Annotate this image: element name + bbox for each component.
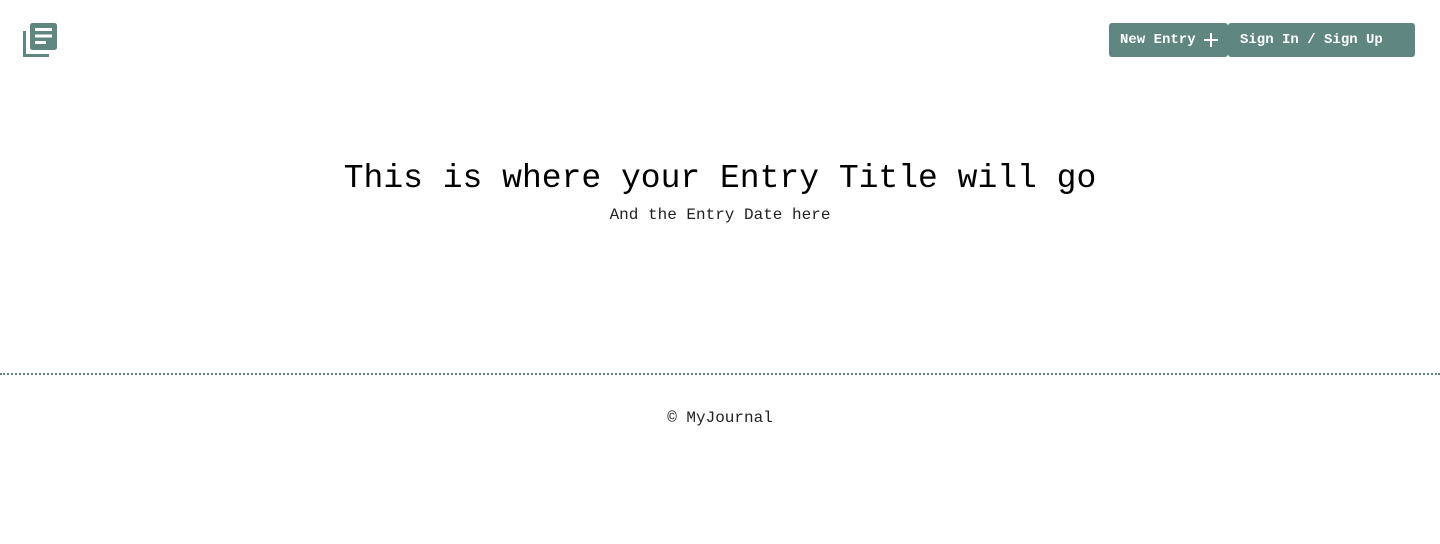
new-entry-label: New Entry <box>1120 32 1196 48</box>
journal-logo-icon[interactable] <box>23 23 57 57</box>
sign-in-sign-up-label: Sign In / Sign Up <box>1240 32 1383 48</box>
site-header: New Entry Sign In / Sign Up <box>0 0 1440 80</box>
entry-title: This is where your Entry Title will go <box>343 160 1097 197</box>
copyright-text: © MyJournal <box>667 409 773 427</box>
footer-divider <box>0 373 1440 375</box>
site-footer: © MyJournal <box>0 408 1440 428</box>
header-nav: New Entry Sign In / Sign Up <box>1109 23 1415 57</box>
entry-hero: This is where your Entry Title will go A… <box>0 158 1440 225</box>
plus-icon <box>1203 33 1218 47</box>
sign-in-sign-up-button[interactable]: Sign In / Sign Up <box>1228 23 1415 57</box>
new-entry-button[interactable]: New Entry <box>1109 23 1228 57</box>
entry-date: And the Entry Date here <box>609 206 831 224</box>
